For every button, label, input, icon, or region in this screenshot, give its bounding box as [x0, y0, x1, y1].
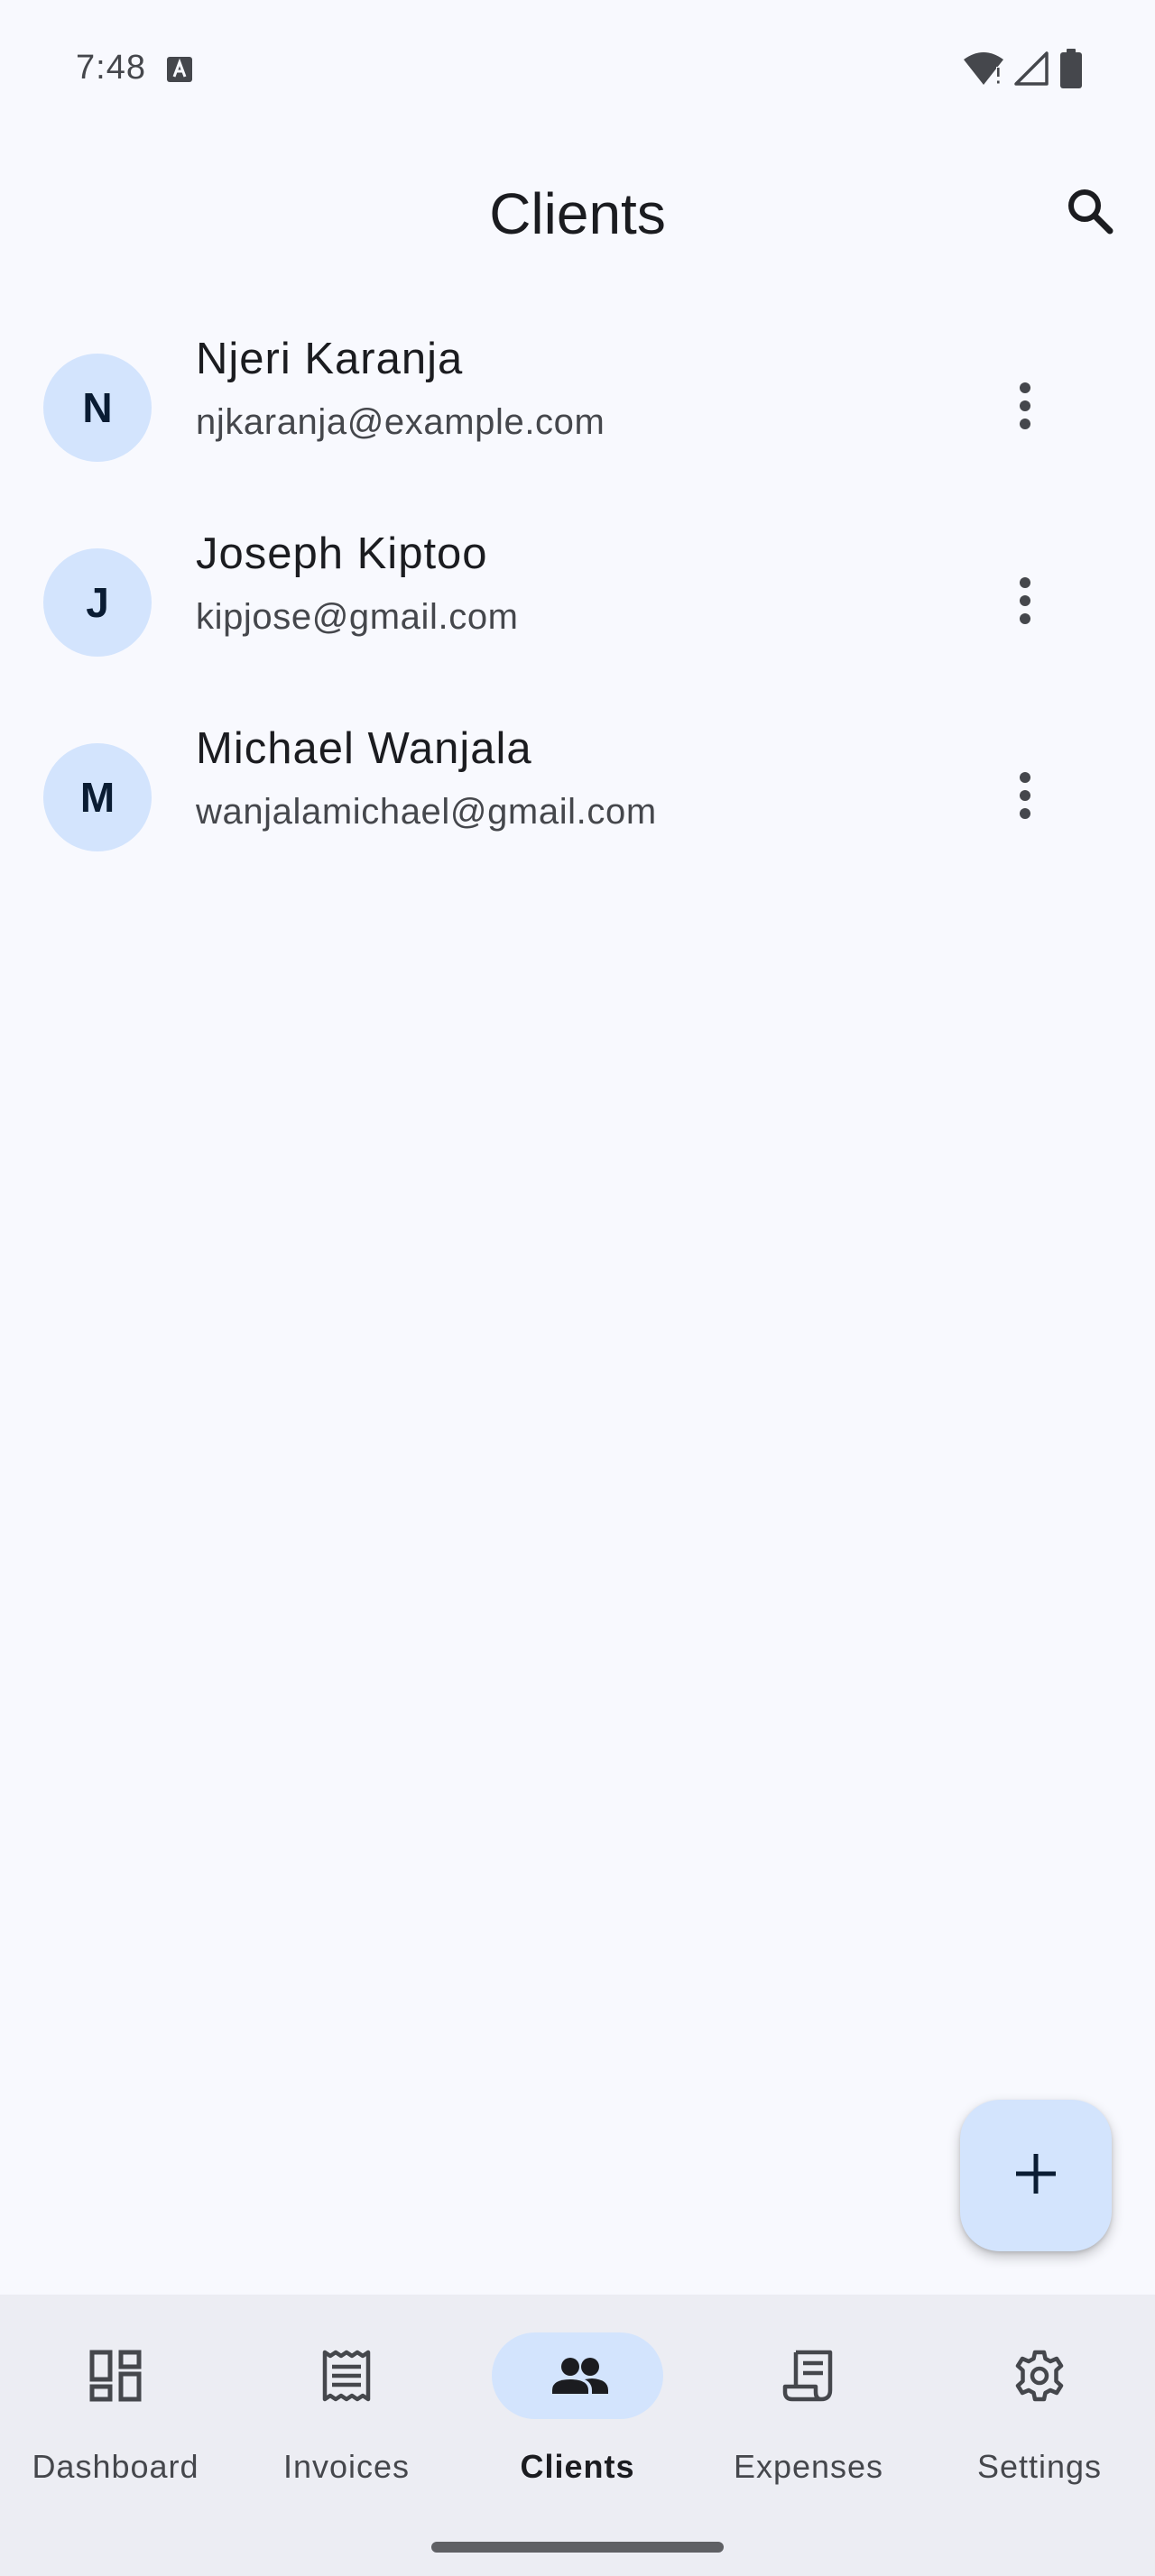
nav-item-invoices[interactable]: Invoices [231, 2295, 462, 2520]
status-icons [962, 48, 1083, 93]
nav-item-expenses[interactable]: Expenses [693, 2295, 924, 2520]
cell-signal-icon [1014, 51, 1050, 91]
status-time: 7:48 [76, 49, 146, 87]
nav-item-clients[interactable]: Clients [462, 2295, 693, 2520]
bottom-navigation: Dashboard Invoices Clients Expenses Sett… [0, 2295, 1155, 2576]
client-row[interactable]: J Joseph Kiptoo kipjose@gmail.com [0, 505, 1155, 700]
client-more-button[interactable] [987, 370, 1063, 446]
gear-icon [1012, 2349, 1067, 2403]
invoice-icon [319, 2349, 374, 2403]
client-more-button[interactable] [987, 759, 1063, 835]
plus-icon [1012, 2150, 1059, 2202]
page-title: Clients [489, 181, 666, 246]
more-vert-icon [1016, 768, 1034, 827]
nav-label-settings: Settings [976, 2448, 1103, 2485]
search-icon [1063, 184, 1117, 243]
battery-icon [1059, 48, 1083, 93]
client-email: kipjose@gmail.com [196, 597, 519, 637]
people-icon [550, 2349, 608, 2403]
search-button[interactable] [1052, 175, 1128, 251]
wifi-alert-icon [962, 51, 1005, 91]
nav-label-invoices: Invoices [282, 2448, 411, 2485]
client-name: Michael Wanjala [196, 724, 532, 773]
client-name: Joseph Kiptoo [196, 529, 488, 578]
clients-screen: 7:48 Clients N Njeri Karanja njkaranja@e… [0, 0, 1155, 2576]
client-row[interactable]: M Michael Wanjala wanjalamichael@gmail.c… [0, 700, 1155, 895]
dashboard-icon [88, 2349, 143, 2403]
nav-item-settings[interactable]: Settings [924, 2295, 1155, 2520]
status-bar: 7:48 [0, 0, 1155, 126]
client-avatar: J [43, 548, 152, 657]
client-list: N Njeri Karanja njkaranja@example.com J … [0, 310, 1155, 895]
client-avatar: N [43, 354, 152, 462]
nav-item-dashboard[interactable]: Dashboard [0, 2295, 231, 2520]
receipt-icon [781, 2349, 836, 2403]
client-email: wanjalamichael@gmail.com [196, 792, 657, 832]
nav-label-dashboard: Dashboard [32, 2448, 199, 2485]
gesture-navigation-bar[interactable] [431, 2542, 724, 2553]
add-client-fab[interactable] [960, 2100, 1112, 2251]
nav-label-expenses: Expenses [733, 2448, 884, 2485]
client-row[interactable]: N Njeri Karanja njkaranja@example.com [0, 310, 1155, 505]
client-avatar: M [43, 743, 152, 851]
top-app-bar: Clients [0, 144, 1155, 285]
more-vert-icon [1016, 574, 1034, 632]
keyboard-a-icon [166, 56, 193, 83]
more-vert-icon [1016, 379, 1034, 437]
client-email: njkaranja@example.com [196, 402, 605, 442]
nav-label-clients: Clients [520, 2448, 635, 2485]
client-name: Njeri Karanja [196, 335, 464, 383]
client-more-button[interactable] [987, 565, 1063, 640]
